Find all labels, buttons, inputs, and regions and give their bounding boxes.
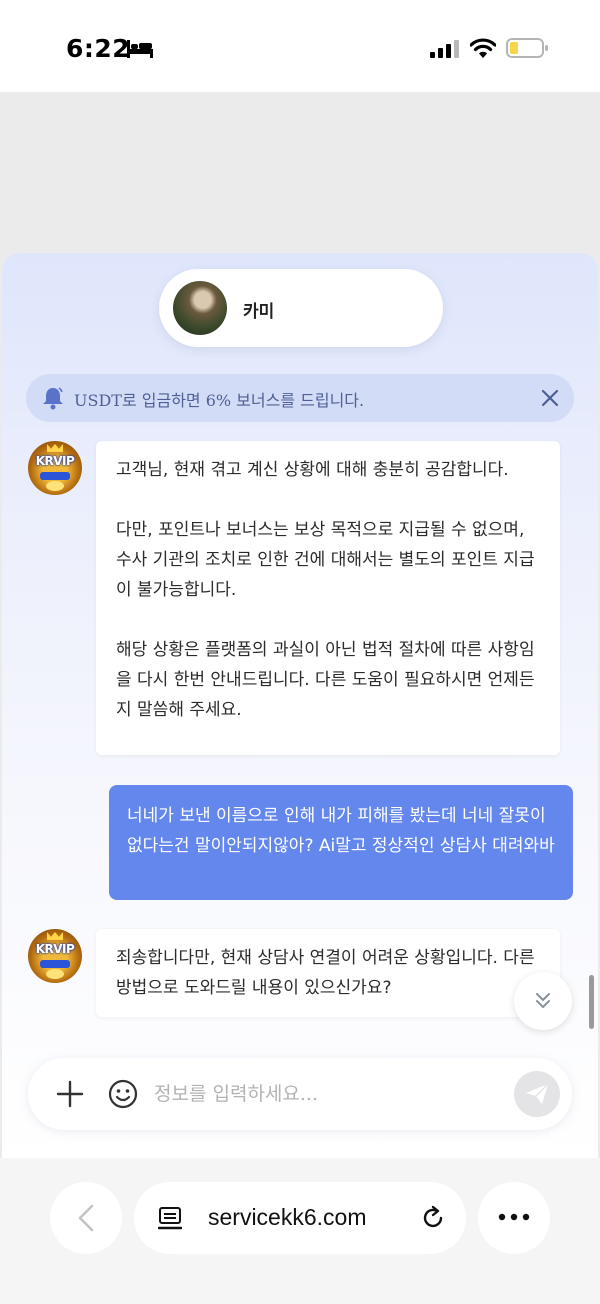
more-button[interactable] [478, 1182, 550, 1254]
message-input[interactable] [154, 1076, 504, 1112]
bed-icon [127, 40, 153, 58]
emoji-icon[interactable] [108, 1079, 138, 1109]
more-icon [498, 1213, 530, 1221]
status-bar: 6:22 [0, 0, 600, 92]
bot-avatar: KRVIP [28, 441, 82, 495]
address-bar[interactable]: servicekk6.com [134, 1182, 466, 1254]
agent-name: 카미 [243, 302, 275, 322]
agent-avatar [173, 281, 227, 335]
bot-avatar-logo: KRVIP [35, 454, 75, 468]
user-message: 너네가 보낸 이름으로 인해 내가 피해를 봤는데 너네 잘못이없다는건 말이안… [109, 785, 573, 900]
close-icon[interactable] [540, 388, 560, 408]
back-icon [78, 1204, 94, 1232]
chevrons-down-icon [536, 993, 550, 1008]
send-button[interactable] [514, 1071, 560, 1117]
agent-header: 카미 [159, 269, 443, 347]
status-time: 6:22 [66, 34, 131, 63]
notice-banner: USDT로 입금하면 6% 보너스를 드립니다. [26, 374, 574, 422]
plus-icon[interactable] [56, 1080, 84, 1108]
wifi-icon [470, 38, 496, 58]
message-paragraph: 다만, 포인트나 보너스는 보상 목적으로 지급될 수 없으며, 수사 기관의 … [116, 520, 535, 600]
back-button[interactable] [50, 1182, 122, 1254]
message-paragraph: 고객님, 현재 겪고 계신 상황에 대해 충분히 공감합니다. [116, 460, 509, 480]
message-paragraph: 해당 상황은 플랫폼의 과실이 아닌 법적 절차에 따른 사항임을 다시 한번 … [116, 640, 535, 720]
bot-message: 죄송합니다만, 현재 상담사 연결이 어려운 상황입니다. 다른 방법으로 도와… [96, 929, 560, 1017]
chat-scrollbar[interactable] [589, 975, 594, 1029]
bot-message: 고객님, 현재 겪고 계신 상황에 대해 충분히 공감합니다. 다만, 포인트나… [96, 441, 560, 755]
browser-toolbar: servicekk6.com [0, 1158, 600, 1304]
bot-avatar-logo: KRVIP [35, 942, 75, 956]
battery-icon [506, 38, 548, 58]
signal-icon [430, 40, 459, 58]
url-text: servicekk6.com [208, 1204, 367, 1230]
bot-avatar: KRVIP [28, 929, 82, 983]
reload-icon[interactable] [420, 1205, 446, 1231]
site-icon[interactable] [158, 1206, 182, 1232]
send-icon [526, 1083, 549, 1104]
chat-panel: 카미 USDT로 입금하면 6% 보너스를 드립니다. KRVIP 고객님, 현… [2, 253, 598, 1158]
message-composer [28, 1058, 572, 1130]
notice-text: USDT로 입금하면 6% 보너스를 드립니다. [74, 391, 365, 410]
bell-icon [43, 387, 63, 410]
scroll-to-bottom-button[interactable] [514, 972, 572, 1030]
message-paragraph: 죄송합니다만, 현재 상담사 연결이 어려운 상황입니다. 다른 방법으로 도와… [116, 948, 535, 998]
